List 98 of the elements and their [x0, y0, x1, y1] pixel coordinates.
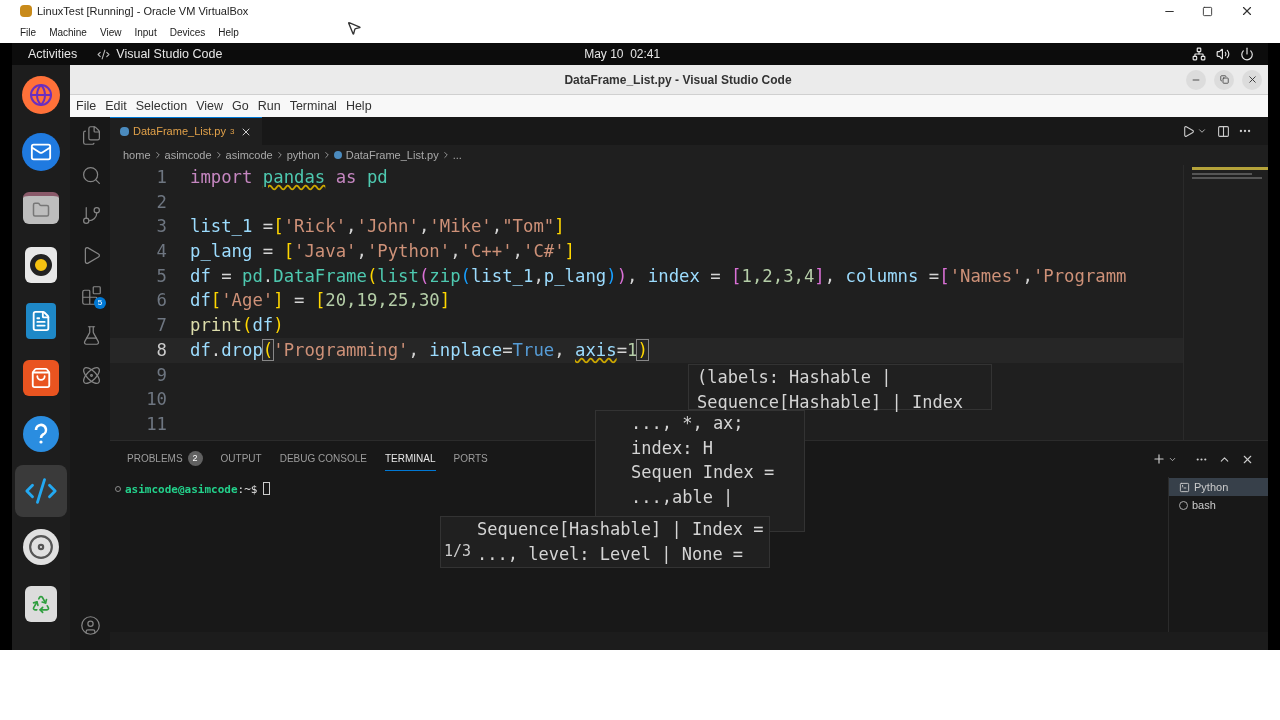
panel-tab[interactable]: PROBLEMS 2 [127, 447, 203, 471]
menu-item[interactable]: Input [134, 25, 157, 40]
python-file-icon [333, 151, 342, 159]
count-badge: 5 [94, 297, 106, 309]
restore-button[interactable] [1214, 69, 1234, 90]
close-icon[interactable] [1240, 4, 1254, 18]
power-icon[interactable] [1240, 47, 1254, 61]
mail-icon[interactable] [22, 132, 60, 171]
terminal-cursor [263, 482, 271, 495]
window-title: LinuxTest [Running] - Oracle VM VirtualBox [37, 3, 249, 19]
new-terminal-icon[interactable] [1152, 452, 1166, 466]
line-number: 7 [155, 314, 167, 338]
menu-item[interactable]: File [20, 25, 37, 40]
folder-icon[interactable] [23, 192, 59, 224]
mouse-pointer-icon [346, 20, 362, 36]
clock[interactable]: May 10 02:41 [584, 45, 661, 63]
signature-text: (labels: Hashable | [697, 366, 893, 389]
menu-item[interactable]: Terminal [289, 96, 337, 116]
virtualbox-icon [20, 5, 32, 17]
line-number: 1 [155, 166, 167, 189]
line-number: 4 [155, 240, 167, 264]
menu-item[interactable]: Help [218, 25, 239, 40]
code-line: df.drop('Programming', inplace=True, axis=1) [190, 338, 648, 362]
code-line: import pandas as pd [190, 166, 388, 189]
menu-item[interactable]: Machine [49, 25, 87, 40]
code-line: print(df) [190, 314, 284, 338]
account-icon[interactable] [79, 615, 101, 636]
store-icon[interactable] [23, 359, 59, 396]
signature-text: Sequence[Hashable] | Index = [477, 518, 765, 541]
terminal-list-item[interactable]: Python [1169, 478, 1268, 496]
network-icon[interactable] [1192, 47, 1206, 61]
line-number: 8 [155, 338, 167, 362]
signature-text: ...,able | [631, 486, 735, 510]
menu-item[interactable]: File [76, 96, 97, 116]
terminal-list-item[interactable]: bash [1169, 496, 1268, 514]
terminal-icon [1179, 481, 1190, 493]
breadcrumb-item[interactable]: asimcode [164, 146, 212, 164]
window-title: DataFrame_List.py - Visual Studio Code [563, 71, 793, 89]
signature-text: Sequen Index = [631, 461, 776, 485]
breadcrumb-item[interactable]: asimcode [225, 146, 273, 164]
signature-text: ..., *, ax; [631, 412, 745, 435]
signature-text: Sequence[Hashable] | Index [697, 390, 965, 414]
recycle-icon[interactable] [25, 585, 57, 622]
run-icon[interactable] [1182, 124, 1195, 138]
menu-item[interactable]: Edit [105, 96, 127, 116]
menu-item[interactable]: View [196, 96, 223, 116]
count-badge: 2 [187, 451, 203, 466]
editor-tab[interactable]: DataFrame_List.py 3 [110, 117, 263, 145]
problem-count: 3 [229, 125, 235, 138]
line-number: 6 [155, 289, 167, 313]
breadcrumb-item[interactable]: python [286, 146, 320, 164]
signature-text: index: H [631, 436, 714, 460]
line-number: 5 [155, 264, 167, 288]
caret-icon[interactable] [1197, 126, 1207, 136]
menu-item[interactable]: View [99, 25, 122, 40]
line-number: 10 [145, 388, 167, 412]
menu-item[interactable]: Go [232, 96, 249, 116]
close-button[interactable] [1242, 69, 1262, 90]
code-line: p_lang = ['Java','Python','C++','C#'] [190, 240, 575, 264]
line-number: 2 [155, 190, 167, 214]
close-icon [1246, 74, 1258, 85]
files-icon[interactable] [80, 125, 102, 146]
browser-icon[interactable] [22, 76, 60, 114]
help-icon[interactable] [23, 416, 59, 452]
document-icon[interactable] [26, 303, 56, 339]
speaker-icon[interactable] [25, 246, 57, 283]
menu-item[interactable]: Devices [169, 25, 206, 40]
menu-item[interactable]: Run [257, 96, 281, 116]
python-file-icon [120, 127, 129, 136]
breadcrumb-item[interactable]: ... [452, 146, 462, 164]
terminal-prompt: asimcode@asimcode:~$ [125, 482, 258, 498]
app-name[interactable]: Visual Studio Code [116, 44, 223, 64]
code-editor-icon [97, 47, 111, 61]
branch-icon[interactable] [80, 205, 102, 226]
restore-icon [1219, 75, 1229, 84]
code-line: list_1 =['Rick','John','Mike',"Tom"] [190, 215, 565, 239]
breadcrumb-item[interactable]: home [123, 146, 151, 164]
volume-icon[interactable] [1216, 47, 1230, 61]
search-icon[interactable] [80, 165, 102, 186]
split-editor-icon[interactable] [1217, 124, 1230, 138]
line-number: 3 [155, 215, 167, 239]
overload-counter[interactable]: 1/3 [444, 539, 472, 564]
activities-button[interactable]: Activities [28, 44, 78, 64]
panel-tab[interactable]: DEBUG CONSOLE [279, 447, 367, 471]
panel-tab[interactable]: PORTS [453, 447, 488, 471]
line-number: 11 [145, 412, 167, 436]
breadcrumb-item[interactable]: DataFrame_List.py [345, 146, 439, 164]
blocks-icon[interactable] [80, 285, 102, 306]
panel-tab[interactable]: OUTPUT [220, 447, 262, 471]
maximize-icon[interactable] [1202, 5, 1213, 17]
atom-icon[interactable] [80, 365, 102, 386]
menu-item[interactable]: Selection [135, 96, 188, 116]
line-number: 9 [155, 363, 167, 387]
code-line: df = pd.DataFrame(list(zip(list_1,p_lang)), index = [1,2,3,4], columns =['Names','Programm [190, 264, 1127, 288]
code-line: df['Age'] = [20,19,25,30] [190, 289, 451, 313]
panel-tab[interactable]: TERMINAL [384, 447, 436, 471]
menu-item[interactable]: Help [345, 96, 372, 116]
signature-text: ..., level: Level | None = [477, 542, 745, 566]
